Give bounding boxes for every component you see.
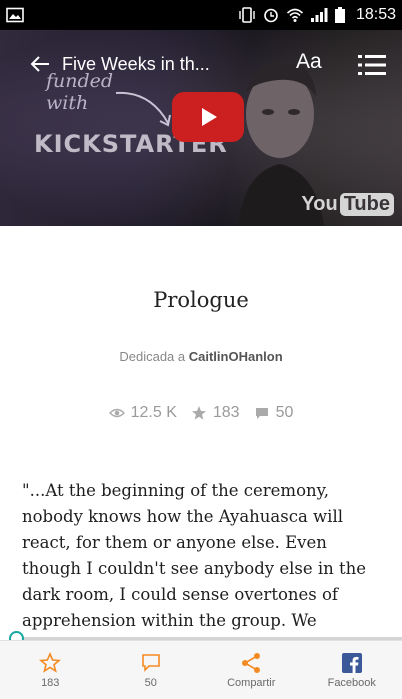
chapter-stats: 12.5 K 183 50 [0,404,402,422]
bottom-action-bar: 183 50 Compartir Facebook [0,640,402,699]
chapter-title: Prologue [153,288,249,312]
video-play-button[interactable] [172,92,244,142]
comment-outline-icon [141,653,160,672]
vote-count-label: 183 [41,676,60,689]
font-settings-button[interactable]: Aa [296,50,322,74]
comments-count: 50 [275,404,294,421]
votes-stat: 183 [191,404,240,422]
star-icon [191,406,206,420]
status-time: 18:53 [355,6,396,23]
signal-icon [310,7,328,23]
comment-icon [255,408,268,419]
dedication-prefix: Dedicada a [119,349,189,364]
youtube-logo-tube: Tube [339,193,394,216]
facebook-label: Facebook [327,676,376,689]
back-arrow-icon [30,56,49,72]
share-icon [242,652,261,673]
table-of-contents-button[interactable] [356,52,388,78]
alarm-icon [262,7,280,23]
comment-button[interactable]: 50 [101,641,202,699]
reader-toolbar: Five Weeks in th... Aa [0,44,402,84]
status-bar: 18:53 [0,0,402,30]
vibrate-icon [238,7,256,23]
share-button[interactable]: Compartir [201,641,302,699]
gallery-notification-icon [6,7,24,23]
funded-arrow-graphic [115,91,171,127]
vote-button[interactable]: 183 [0,641,101,699]
share-label: Compartir [227,676,276,689]
eye-icon [108,408,125,418]
battery-icon [334,7,346,23]
youtube-logo: You Tube [301,193,394,216]
wifi-icon [286,7,304,23]
facebook-icon [341,652,362,673]
youtube-logo-you: You [301,193,338,215]
list-icon [358,55,386,75]
story-title[interactable]: Five Weeks in th... [62,54,210,75]
dedication-user-link[interactable]: CaitlinOHanlon [189,349,283,364]
facebook-button[interactable]: Facebook [302,641,402,699]
comment-count-label: 50 [144,676,157,689]
story-body-text: "...At the beginning of the ceremony, no… [22,481,367,630]
votes-count: 183 [212,404,240,421]
star-outline-icon [39,651,62,673]
reads-count: 12.5 K [130,404,177,421]
reads-stat: 12.5 K [108,404,177,422]
dedication-line: Dedicada a CaitlinOHanlon [0,349,402,364]
comments-stat: 50 [254,404,294,422]
play-icon [202,108,217,126]
back-button[interactable] [18,44,62,84]
